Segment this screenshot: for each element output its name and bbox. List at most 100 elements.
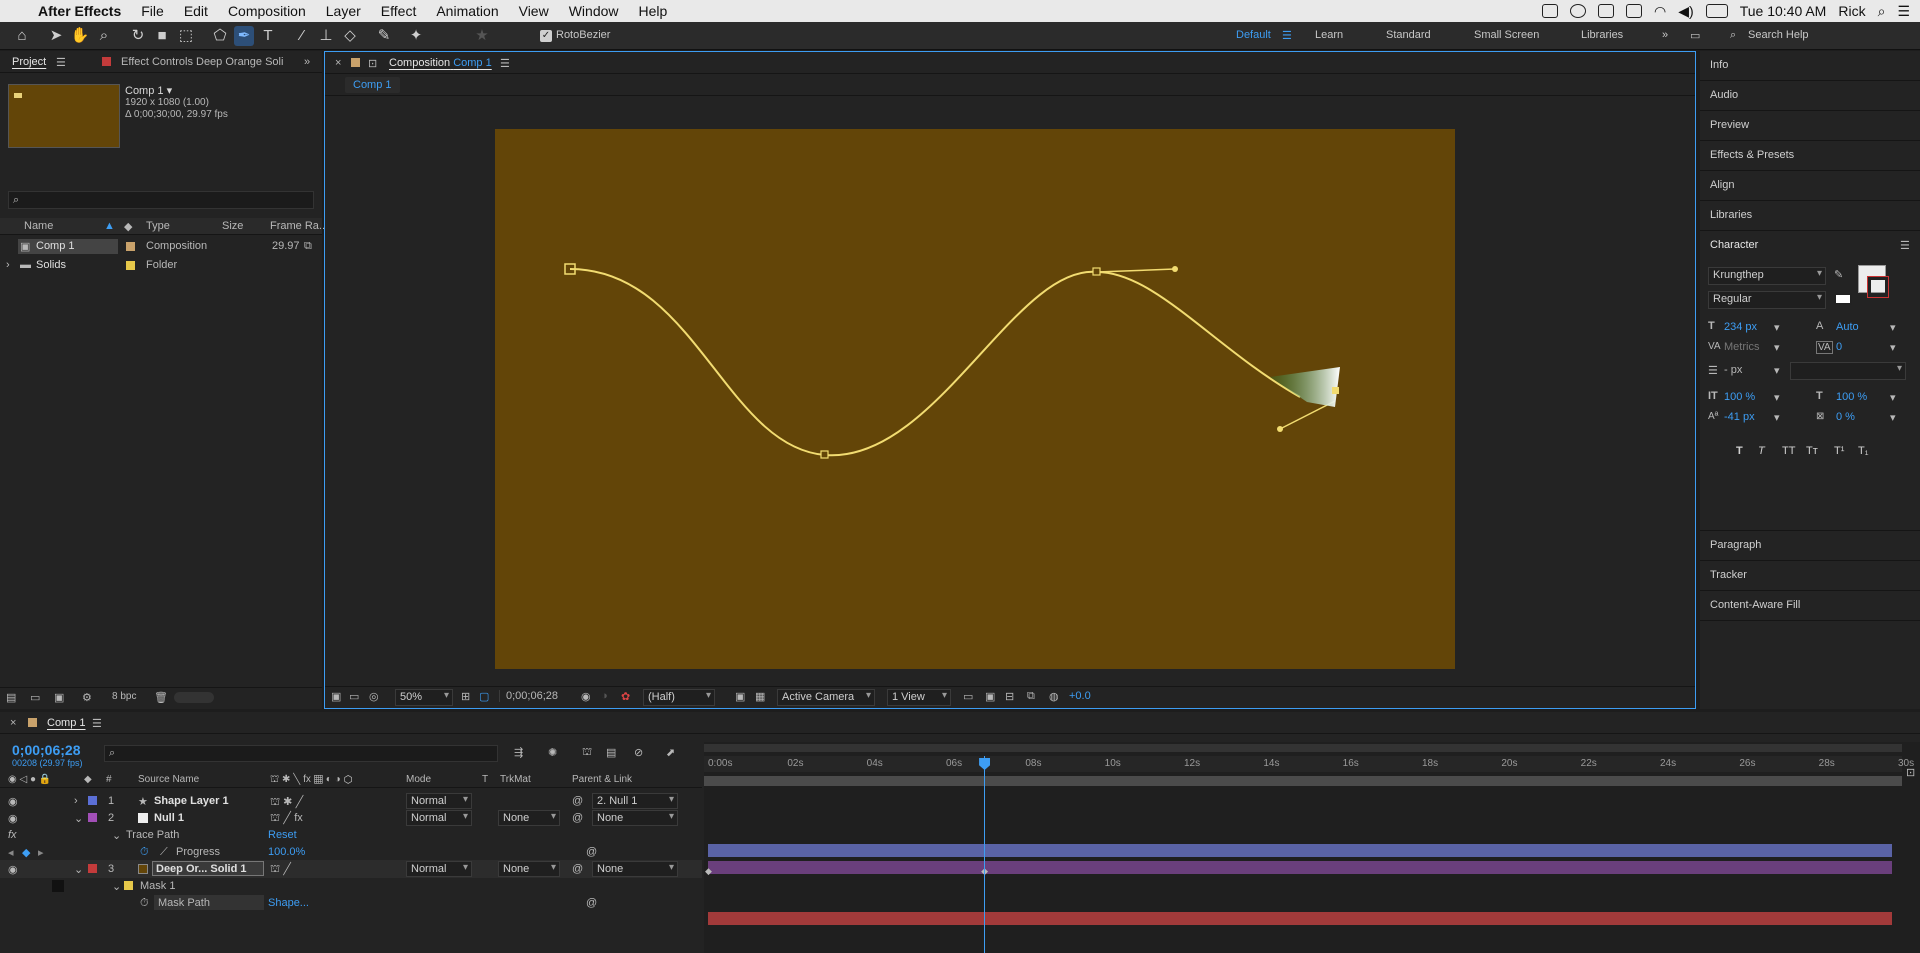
- effect-name[interactable]: Trace Path: [126, 829, 179, 841]
- vertex-end[interactable]: [1332, 387, 1339, 394]
- property-row[interactable]: ⏱ Mask Path Shape... @: [0, 894, 702, 912]
- collapse-icon[interactable]: ⌄: [74, 812, 83, 825]
- baseline-dropdown-icon[interactable]: ▾: [1774, 411, 1780, 424]
- toggle-pixel-aspect-icon[interactable]: ▭: [963, 690, 973, 703]
- vertex[interactable]: [820, 450, 829, 459]
- mode-dropdown[interactable]: Normal: [406, 861, 472, 877]
- menu-app-name[interactable]: After Effects: [28, 3, 131, 19]
- workspace-overflow-icon[interactable]: »: [1662, 29, 1668, 41]
- layer-row[interactable]: ◉ ⌄ 2 Null 1 ⛫ ╱ fx Normal None @ None: [0, 809, 702, 827]
- sort-ascending-icon[interactable]: ▲: [104, 220, 115, 232]
- layer-search-input[interactable]: ⌕: [104, 745, 498, 762]
- mode-header[interactable]: Mode: [406, 774, 431, 785]
- draft-3d-icon[interactable]: ✺: [548, 746, 557, 759]
- collapse-icon[interactable]: ⌄: [74, 863, 83, 876]
- parent-dropdown[interactable]: None: [592, 810, 678, 826]
- mask-shape-link[interactable]: Shape...: [268, 897, 309, 909]
- project-row-comp[interactable]: ▣ Comp 1 Composition 29.97 ⧉: [0, 237, 322, 256]
- flowchart-icon[interactable]: ⧉: [304, 240, 312, 253]
- faux-italic-button[interactable]: T: [1758, 445, 1765, 457]
- panel-libraries[interactable]: Libraries: [1700, 201, 1920, 231]
- layer-row[interactable]: ◉ ⌄ 3 Deep Or... Solid 1 ⛫ ╱ Normal None…: [0, 860, 702, 878]
- tab-timeline-comp[interactable]: Comp 1: [47, 717, 86, 729]
- expand-icon[interactable]: ›: [74, 795, 78, 807]
- font-style-dropdown[interactable]: Regular: [1708, 291, 1826, 309]
- playhead[interactable]: [984, 756, 986, 953]
- mode-dropdown[interactable]: Normal: [406, 810, 472, 826]
- bezier-handle-2[interactable]: [1277, 426, 1283, 432]
- stroke-type-dropdown[interactable]: [1790, 362, 1906, 380]
- shy-layers-icon[interactable]: ⛫: [582, 746, 592, 760]
- view-layout-dropdown[interactable]: 1 View: [887, 689, 951, 706]
- layer-name[interactable]: Deep Or... Solid 1: [156, 863, 246, 875]
- layer-switches-icons[interactable]: ⛫ ╱: [270, 863, 291, 877]
- panel-menu-icon[interactable]: ☰: [92, 717, 102, 730]
- new-folder-icon[interactable]: ▭: [30, 691, 40, 704]
- layer-duration-bar[interactable]: [708, 844, 1892, 857]
- menu-clock[interactable]: Tue 10:40 AM: [1740, 3, 1827, 19]
- stroke-width-dropdown-icon[interactable]: ▾: [1774, 364, 1780, 377]
- transparency-grid-icon[interactable]: ▦: [755, 690, 765, 703]
- comp-canvas[interactable]: [495, 129, 1455, 669]
- faux-bold-button[interactable]: T: [1736, 445, 1743, 457]
- timeline-current-time[interactable]: 0;00;06;28: [12, 742, 81, 758]
- menu-user[interactable]: Rick: [1838, 3, 1865, 19]
- sync-icon[interactable]: [1570, 4, 1587, 18]
- vertex[interactable]: [1092, 267, 1101, 276]
- interpret-footage-icon[interactable]: ▤: [6, 691, 16, 704]
- effect-reset-link[interactable]: Reset: [268, 829, 297, 841]
- col-type[interactable]: Type: [146, 220, 170, 232]
- subscript-button[interactable]: T₁: [1858, 445, 1868, 457]
- font-family-dropdown[interactable]: Krungthep: [1708, 267, 1826, 285]
- source-name-header[interactable]: Source Name: [138, 774, 199, 785]
- panel-overflow-icon[interactable]: »: [304, 56, 310, 68]
- panel-menu-icon[interactable]: ☰: [1900, 239, 1910, 252]
- puppet-tool-icon[interactable]: ✦: [406, 26, 426, 46]
- pickwhip-icon[interactable]: @: [586, 846, 597, 858]
- work-area-bar[interactable]: [704, 776, 1902, 786]
- eyedropper-icon[interactable]: ✎: [1834, 268, 1843, 281]
- panel-paragraph[interactable]: Paragraph: [1700, 531, 1920, 561]
- font-size-value[interactable]: 234 px: [1724, 321, 1757, 333]
- next-keyframe-icon[interactable]: ▸: [38, 846, 44, 859]
- project-settings-icon[interactable]: ⚙: [82, 691, 92, 704]
- layer-name[interactable]: Null 1: [154, 812, 184, 824]
- trkmat-header[interactable]: TrkMat: [500, 774, 531, 785]
- collapse-icon[interactable]: ⌄: [112, 829, 121, 842]
- superscript-button[interactable]: T¹: [1834, 445, 1844, 457]
- tab-effect-controls[interactable]: Effect Controls Deep Orange Soli: [121, 56, 283, 68]
- exposure-value[interactable]: +0.0: [1069, 690, 1091, 702]
- panel-effects-presets[interactable]: Effects & Presets: [1700, 141, 1920, 171]
- tracking-dropdown-icon[interactable]: ▾: [1890, 341, 1896, 354]
- collapse-icon[interactable]: ⌄: [112, 880, 121, 893]
- bpc-label[interactable]: 8 bpc: [112, 691, 136, 702]
- notification-center-icon[interactable]: ☰: [1897, 3, 1910, 20]
- menu-animation[interactable]: Animation: [426, 3, 508, 19]
- home-icon[interactable]: ⌂: [12, 26, 32, 46]
- wifi-icon[interactable]: ◠: [1654, 3, 1666, 20]
- fast-previews-icon[interactable]: ▣: [985, 690, 995, 703]
- time-navigator[interactable]: [704, 744, 1902, 752]
- panel-info[interactable]: Info: [1700, 51, 1920, 81]
- resolution-dropdown[interactable]: (Half): [643, 689, 715, 706]
- workspace-libraries[interactable]: Libraries: [1581, 29, 1623, 41]
- brush-tool-icon[interactable]: ⁄: [292, 26, 312, 46]
- sync-settings-icon[interactable]: ▭: [1690, 29, 1700, 42]
- col-size[interactable]: Size: [222, 220, 243, 232]
- layer-switches-icons[interactable]: ⛫ ✱ ╱: [270, 795, 303, 810]
- current-time[interactable]: 0;00;06;28: [499, 690, 558, 702]
- eraser-tool-icon[interactable]: ◇: [340, 26, 360, 46]
- character-title[interactable]: Character: [1710, 239, 1758, 251]
- snapshot-icon[interactable]: ◉: [581, 690, 591, 703]
- layer-name[interactable]: Shape Layer 1: [154, 795, 229, 807]
- clone-stamp-tool-icon[interactable]: ⊥: [316, 26, 336, 46]
- volume-icon[interactable]: ◀): [1678, 3, 1693, 20]
- workspace-menu-icon[interactable]: ☰: [1282, 29, 1292, 42]
- t-header[interactable]: T: [482, 774, 488, 785]
- tsume-dropdown-icon[interactable]: ▾: [1890, 411, 1896, 424]
- layer-duration-bar[interactable]: [708, 912, 1892, 925]
- menu-help[interactable]: Help: [629, 3, 678, 19]
- trkmat-dropdown[interactable]: None: [498, 861, 560, 877]
- parent-dropdown[interactable]: None: [592, 861, 678, 877]
- vr-icon[interactable]: ◎: [369, 690, 379, 703]
